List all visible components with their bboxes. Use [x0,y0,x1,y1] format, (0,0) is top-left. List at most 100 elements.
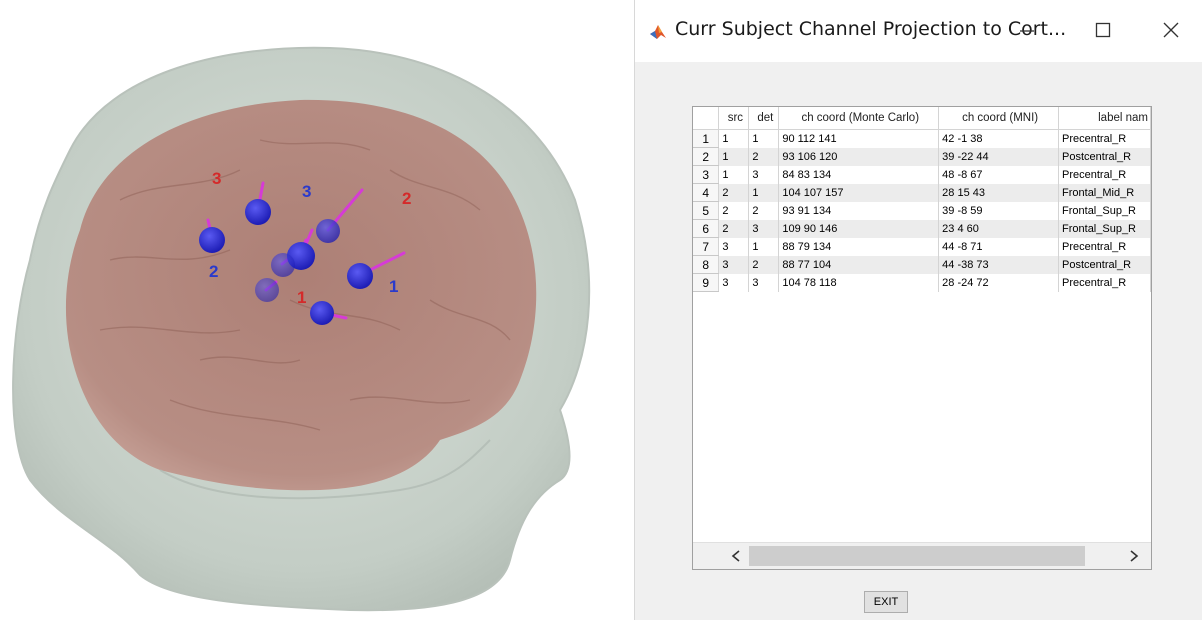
label-name-cell[interactable]: Frontal_Mid_R [1058,183,1151,202]
source-label: 1 [297,288,306,307]
matlab-icon [649,23,667,41]
horizontal-scrollbar[interactable] [693,542,1151,569]
src-cell[interactable]: 2 [718,201,750,220]
src-cell[interactable]: 1 [718,165,750,184]
chevron-left-icon [731,550,740,562]
mni-coord-cell[interactable]: 48 -8 67 [938,165,1060,184]
optode-sphere [316,219,340,243]
monte-carlo-coord-cell[interactable]: 104 107 157 [778,183,940,202]
close-button[interactable] [1151,12,1191,48]
src-cell[interactable]: 2 [718,183,750,202]
row-number[interactable]: 8 [693,255,720,274]
mni-coord-cell[interactable]: 44 -8 71 [938,237,1060,256]
scroll-right-button[interactable] [1117,543,1151,569]
table-row[interactable]: 1 1 1 90 112 141 42 -1 38 Precentral_R [693,129,1151,148]
optode-sphere [245,199,271,225]
table-row[interactable]: 7 3 1 88 79 134 44 -8 71 Precentral_R [693,237,1151,256]
row-number[interactable]: 2 [693,147,720,166]
column-header[interactable]: src [718,107,750,130]
det-cell[interactable]: 3 [748,219,780,238]
monte-carlo-coord-cell[interactable]: 88 77 104 [778,255,940,274]
row-number[interactable]: 7 [693,237,720,256]
detector-label: 3 [302,182,311,201]
label-name-cell[interactable]: Postcentral_R [1058,147,1151,166]
label-name-cell[interactable]: Postcentral_R [1058,255,1151,274]
row-number[interactable]: 9 [693,273,720,292]
monte-carlo-coord-cell[interactable]: 104 78 118 [778,273,940,292]
channel-projection-window: Curr Subject Channel Projection to Cort.… [634,0,1202,620]
monte-carlo-coord-cell[interactable]: 90 112 141 [778,129,940,148]
table-row[interactable]: 9 3 3 104 78 118 28 -24 72 Precentral_R [693,273,1151,292]
optode-sphere [310,301,334,325]
mni-coord-cell[interactable]: 28 -24 72 [938,273,1060,292]
minimize-button[interactable] [1007,12,1047,48]
table-row[interactable]: 3 1 3 84 83 134 48 -8 67 Precentral_R [693,165,1151,184]
table-row[interactable]: 2 1 2 93 106 120 39 -22 44 Postcentral_R [693,147,1151,166]
exit-button[interactable]: EXIT [864,591,908,613]
det-cell[interactable]: 3 [748,165,780,184]
det-cell[interactable]: 1 [748,183,780,202]
label-name-cell[interactable]: Precentral_R [1058,165,1151,184]
brain-render: 3 3 2 2 1 1 [12,46,591,612]
optode-sphere [271,253,295,277]
src-cell[interactable]: 1 [718,129,750,148]
source-label: 3 [212,169,221,188]
det-cell[interactable]: 1 [748,237,780,256]
det-cell[interactable]: 2 [748,147,780,166]
det-cell[interactable]: 2 [748,255,780,274]
scroll-left-button[interactable] [719,543,753,569]
src-cell[interactable]: 3 [718,273,750,292]
label-name-cell[interactable]: Precentral_R [1058,237,1151,256]
det-cell[interactable]: 2 [748,201,780,220]
row-number[interactable]: 4 [693,183,720,202]
table-row[interactable]: 5 2 2 93 91 134 39 -8 59 Frontal_Sup_R [693,201,1151,220]
close-icon [1163,22,1179,38]
row-number[interactable]: 6 [693,219,720,238]
column-header[interactable]: ch coord (Monte Carlo) [778,107,940,130]
column-header[interactable]: ch coord (MNI) [938,107,1060,130]
mni-coord-cell[interactable]: 44 -38 73 [938,255,1060,274]
monte-carlo-coord-cell[interactable]: 88 79 134 [778,237,940,256]
channel-grid: src det ch coord (Monte Carlo) ch coord … [693,107,1151,292]
scroll-thumb[interactable] [749,546,1085,566]
mni-coord-cell[interactable]: 39 -22 44 [938,147,1060,166]
column-header[interactable]: label nam [1058,107,1151,130]
src-cell[interactable]: 2 [718,219,750,238]
table-row[interactable]: 8 3 2 88 77 104 44 -38 73 Postcentral_R [693,255,1151,274]
source-label: 2 [402,189,411,208]
chevron-right-icon [1130,550,1139,562]
maximize-button[interactable] [1083,12,1123,48]
optode-sphere [347,263,373,289]
src-cell[interactable]: 3 [718,255,750,274]
channel-table[interactable]: src det ch coord (Monte Carlo) ch coord … [692,106,1152,570]
row-number[interactable]: 1 [693,129,720,148]
table-row[interactable]: 6 2 3 109 90 146 23 4 60 Frontal_Sup_R [693,219,1151,238]
column-header [693,107,720,130]
maximize-icon [1095,22,1111,38]
row-number[interactable]: 3 [693,165,720,184]
label-name-cell[interactable]: Precentral_R [1058,129,1151,148]
brain-3d-view[interactable]: 3 3 2 2 1 1 [0,0,600,620]
label-name-cell[interactable]: Frontal_Sup_R [1058,201,1151,220]
label-name-cell[interactable]: Frontal_Sup_R [1058,219,1151,238]
monte-carlo-coord-cell[interactable]: 84 83 134 [778,165,940,184]
table-row[interactable]: 4 2 1 104 107 157 28 15 43 Frontal_Mid_R [693,183,1151,202]
title-bar[interactable]: Curr Subject Channel Projection to Cort.… [635,0,1202,62]
detector-label: 1 [389,277,398,296]
mni-coord-cell[interactable]: 28 15 43 [938,183,1060,202]
det-cell[interactable]: 1 [748,129,780,148]
monte-carlo-coord-cell[interactable]: 109 90 146 [778,219,940,238]
column-header[interactable]: det [748,107,780,130]
row-number[interactable]: 5 [693,201,720,220]
monte-carlo-coord-cell[interactable]: 93 106 120 [778,147,940,166]
mni-coord-cell[interactable]: 42 -1 38 [938,129,1060,148]
src-cell[interactable]: 1 [718,147,750,166]
monte-carlo-coord-cell[interactable]: 93 91 134 [778,201,940,220]
mni-coord-cell[interactable]: 23 4 60 [938,219,1060,238]
minimize-icon [1020,30,1034,32]
src-cell[interactable]: 3 [718,237,750,256]
mni-coord-cell[interactable]: 39 -8 59 [938,201,1060,220]
det-cell[interactable]: 3 [748,273,780,292]
optode-sphere [255,278,279,302]
label-name-cell[interactable]: Precentral_R [1058,273,1151,292]
